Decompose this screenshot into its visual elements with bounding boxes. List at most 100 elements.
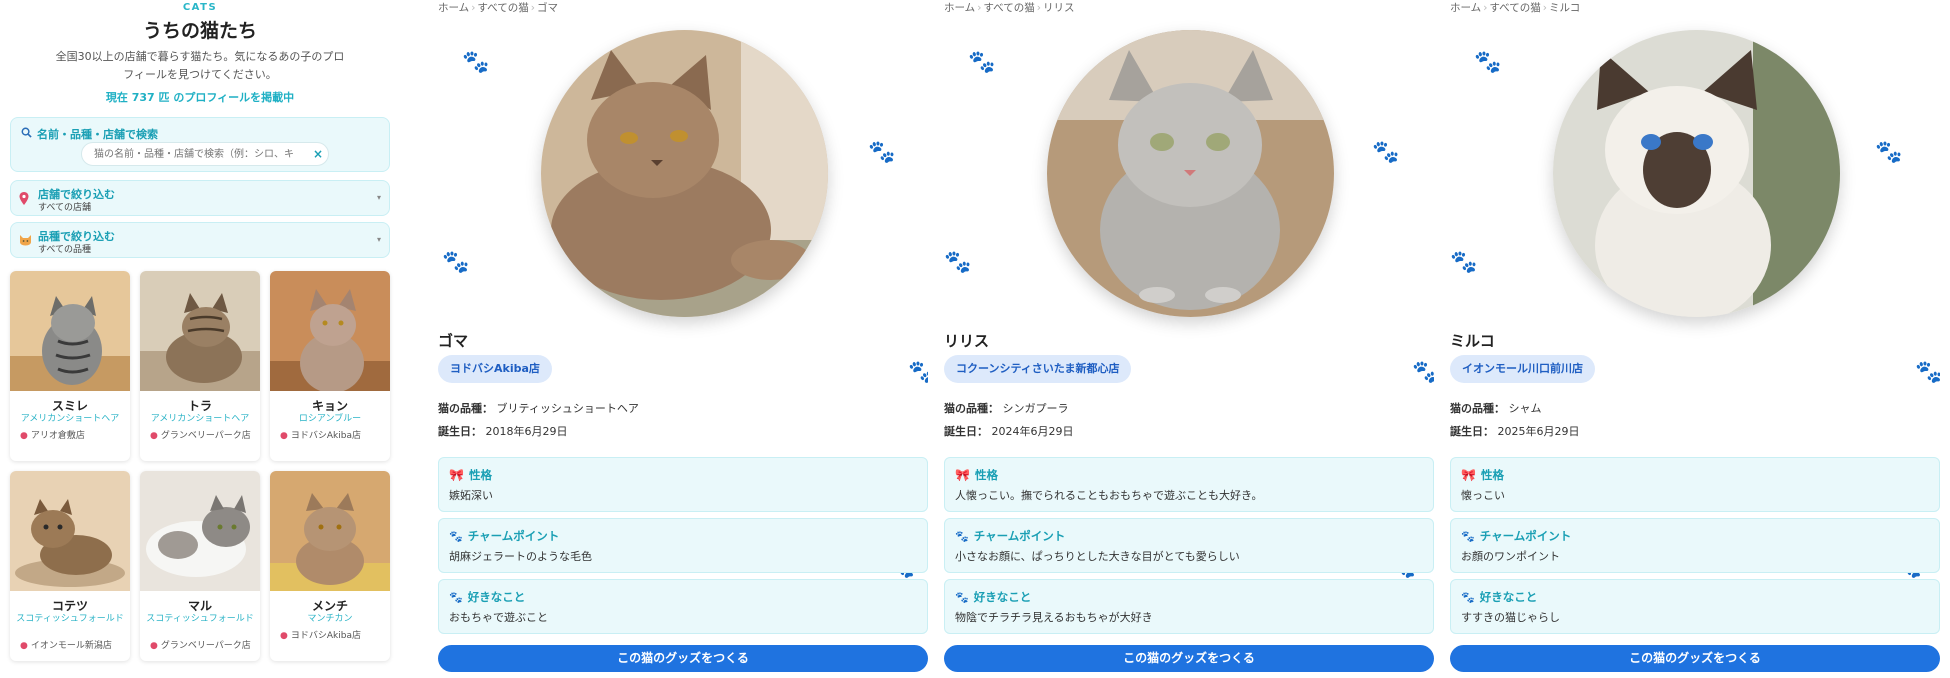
birthday-row: 誕生日： 2025年6月29日 <box>1450 423 1580 439</box>
cat-store-name: ヨドバシAkiba店 <box>290 631 361 641</box>
cat-store: ● ヨドバシAkiba店 <box>280 431 385 442</box>
store-filter-select[interactable]: 店舗で絞り込む すべての店舗 ▾ <box>10 180 390 216</box>
breadcrumb: ホーム › すべての猫 › ゴマ <box>438 2 558 14</box>
paw-icon: 🐾 <box>1461 590 1475 604</box>
paw-decoration-icon: 🐾 <box>944 250 972 275</box>
likes-section: 🐾 好きなこと おもちゃで遊ぶこと <box>438 579 928 634</box>
breadcrumb-current: ゴマ <box>536 2 558 14</box>
likes-text: すすきの猫じゃらし <box>1461 611 1560 624</box>
cat-store: ● イオンモール新潟店 <box>20 641 125 652</box>
cat-photo <box>140 471 260 591</box>
birthday-label: 誕生日： <box>438 425 482 438</box>
ribbon-icon: 🎀 <box>449 468 464 482</box>
paw-decoration-icon: 🐾 <box>908 360 928 385</box>
cat-detail-panel: ホーム›すべての猫›ミルコ 🐾 🐾 🐾 🐾 🐾 ミルコ イオンモール川口前川店 … <box>1450 0 1940 678</box>
birthday-label: 誕生日： <box>1450 425 1494 438</box>
personality-section: 🎀 性格 嫉妬深い <box>438 457 928 512</box>
paw-decoration-icon: 🐾 <box>1474 50 1502 75</box>
personality-text: 嫉妬深い <box>449 489 493 502</box>
breed-value: シャム <box>1508 402 1542 415</box>
breadcrumb-current: ミルコ <box>1548 2 1581 14</box>
map-pin-icon: ● <box>20 641 28 651</box>
cat-photo <box>541 30 828 317</box>
breadcrumb-all-cats-link[interactable]: すべての猫 <box>1489 2 1540 14</box>
clear-search-icon[interactable]: × <box>311 147 325 161</box>
chevron-down-icon: ▾ <box>376 193 381 202</box>
section-title: 好きなこと <box>973 590 1032 604</box>
store-badge[interactable]: コクーンシティさいたま新都心店 <box>944 355 1132 383</box>
cat-store-name: グランベリーパーク店 <box>160 431 251 441</box>
breed-value: シンガプーラ <box>1002 402 1069 415</box>
store-badge[interactable]: ヨドバシAkiba店 <box>438 355 552 383</box>
charm-point-text: お顔のワンポイント <box>1461 550 1560 563</box>
paw-decoration-icon: 🐾 <box>1412 360 1434 385</box>
map-pin-icon <box>19 192 29 208</box>
charm-point-text: 小さなお顔に、ぱっちりとした大きな目がとても愛らしい <box>955 550 1240 563</box>
ribbon-icon: 🎀 <box>1461 468 1476 482</box>
cat-list-panel: CATS うちの猫たち 全国30以上の店舗で暮らす猫たち。気になるあの子のプロフ… <box>0 0 400 678</box>
cat-name: コテツ <box>51 599 88 613</box>
breadcrumb-all-cats-link[interactable]: すべての猫 <box>477 2 528 14</box>
cat-name: スミレ <box>51 399 88 413</box>
section-title: 性格 <box>1480 468 1504 482</box>
cat-store: ● グランベリーパーク店 <box>150 431 255 442</box>
cat-card-grid: スミレ アメリカンショートヘア ● アリオ倉敷店 トラ アメリカンショートヘア ●… <box>10 271 390 661</box>
cat-name: ゴマ <box>438 332 469 350</box>
search-panel: 名前・品種・店舗で検索 × <box>10 117 390 172</box>
search-label: 名前・品種・店舗で検索 <box>21 126 158 142</box>
cat-photo <box>10 271 130 391</box>
search-input[interactable] <box>81 142 329 166</box>
cat-store: ● アリオ倉敷店 <box>20 431 125 442</box>
breed-filter-select[interactable]: 品種で絞り込む すべての品種 ▾ <box>10 222 390 258</box>
cat-card[interactable]: メンチ マンチカン ● ヨドバシAkiba店 <box>270 471 390 661</box>
breadcrumb-current: リリス <box>1042 2 1075 14</box>
cat-detail-panel: ホーム›すべての猫›ゴマ 🐾 🐾 🐾 🐾 🐾 ゴマ ヨドバシAkiba店 猫の品… <box>438 0 928 678</box>
breadcrumb: ホーム › すべての猫 › リリス <box>944 2 1075 14</box>
breed-label: 猫の品種： <box>438 402 493 415</box>
birthday-value: 2024年6月29日 <box>991 425 1074 438</box>
make-goods-button[interactable]: この猫のグッズをつくる <box>438 645 928 672</box>
cat-store: ● ヨドバシAkiba店 <box>280 631 385 642</box>
cat-store-name: グランベリーパーク店 <box>160 641 251 651</box>
charm-point-section: 🐾 チャームポイント 胡麻ジェラートのような毛色 <box>438 518 928 573</box>
cat-card[interactable]: マル スコティッシュフォールド ● グランベリーパーク店 <box>140 471 260 661</box>
paw-icon: 🐾 <box>1461 529 1475 543</box>
paw-icon: 🐾 <box>955 590 969 604</box>
birthday-row: 誕生日： 2024年6月29日 <box>944 423 1074 439</box>
cat-store-name: アリオ倉敷店 <box>30 431 85 441</box>
cat-store-name: ヨドバシAkiba店 <box>290 431 361 441</box>
map-pin-icon: ● <box>20 431 28 441</box>
cat-breed: スコティッシュフォールド <box>146 614 254 624</box>
make-goods-button[interactable]: この猫のグッズをつくる <box>944 645 1434 672</box>
cat-card[interactable]: コテツ スコティッシュフォールド ● イオンモール新潟店 <box>10 471 130 661</box>
breadcrumb-all-cats-link[interactable]: すべての猫 <box>983 2 1034 14</box>
paw-decoration-icon: 🐾 <box>1875 140 1903 165</box>
breed-label: 猫の品種： <box>1450 402 1505 415</box>
cat-card[interactable]: スミレ アメリカンショートヘア ● アリオ倉敷店 <box>10 271 130 461</box>
make-goods-button[interactable]: この猫のグッズをつくる <box>1450 645 1940 672</box>
search-label-text: 名前・品種・店舗で検索 <box>37 128 158 141</box>
breadcrumb-home-link[interactable]: ホーム <box>1450 2 1481 14</box>
birthday-value: 2025年6月29日 <box>1497 425 1580 438</box>
breed-row: 猫の品種： ブリティッシュショートヘア <box>438 400 639 416</box>
cat-store: ● グランベリーパーク店 <box>150 641 255 652</box>
section-title: チャームポイント <box>973 529 1066 543</box>
likes-section: 🐾 好きなこと すすきの猫じゃらし <box>1450 579 1940 634</box>
cat-breed: アメリカンショートヘア <box>150 414 250 424</box>
cat-card[interactable]: キョン ロシアンブルー ● ヨドバシAkiba店 <box>270 271 390 461</box>
cat-name: トラ <box>187 399 212 413</box>
chevron-down-icon: ▾ <box>376 235 381 244</box>
breadcrumb-home-link[interactable]: ホーム <box>944 2 975 14</box>
store-badge[interactable]: イオンモール川口前川店 <box>1450 355 1595 383</box>
section-eyebrow: CATS <box>182 2 218 13</box>
cat-name: マル <box>187 599 212 613</box>
cat-card[interactable]: トラ アメリカンショートヘア ● グランベリーパーク店 <box>140 271 260 461</box>
map-pin-icon: ● <box>280 431 288 441</box>
section-title: 性格 <box>974 468 998 482</box>
cat-photo <box>140 271 260 391</box>
paw-decoration-icon: 🐾 <box>1372 140 1400 165</box>
cat-photo <box>270 471 390 591</box>
cat-breed: マンチカン <box>307 614 353 624</box>
map-pin-icon: ● <box>150 431 158 441</box>
breadcrumb-home-link[interactable]: ホーム <box>438 2 469 14</box>
